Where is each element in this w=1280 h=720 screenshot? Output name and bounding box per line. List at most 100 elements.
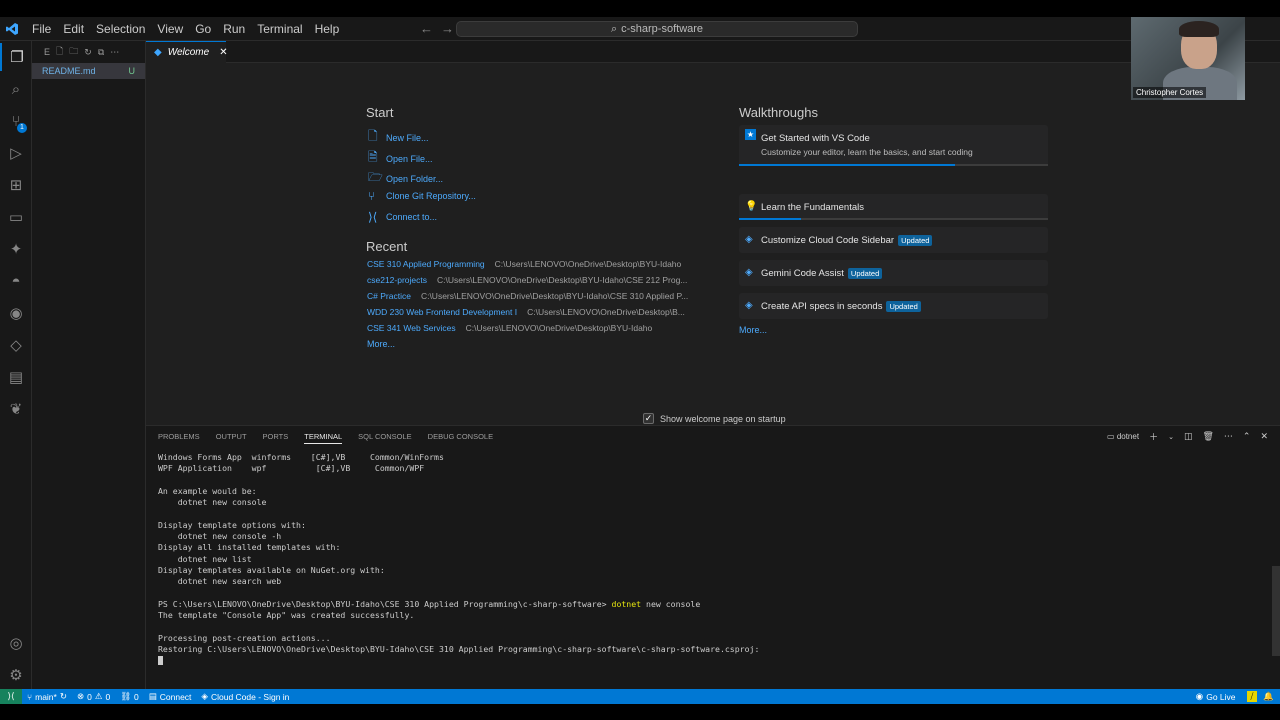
chevron-down-icon[interactable]: ⌄	[1168, 433, 1174, 441]
vscode-tab-icon: ◆	[154, 47, 162, 58]
updated-badge: Updated	[898, 235, 933, 246]
docker-icon[interactable]: ◓	[0, 267, 32, 295]
file-item-readme[interactable]: README.md U	[32, 63, 145, 79]
close-icon[interactable]: ✕	[219, 47, 227, 58]
terminal-command: dotnet	[611, 598, 642, 609]
explorer-sidebar: E 🗋 🗀 ↻ ⧉ ⋯ README.md U	[32, 41, 146, 689]
menu-run[interactable]: Run	[217, 17, 251, 41]
walkthrough-fundamentals[interactable]: 💡 Learn the Fundamentals	[739, 194, 1048, 220]
file-name: README.md	[42, 66, 96, 76]
forward-arrow-icon[interactable]: →	[441, 17, 454, 41]
settings-gear-icon[interactable]: ⚙	[0, 661, 32, 689]
new-file-icon[interactable]: 🗋	[56, 44, 63, 60]
new-file-link[interactable]: 🗋 New File...	[368, 127, 429, 148]
account-icon[interactable]: ◎	[0, 629, 32, 657]
tab-sql-console[interactable]: SQL CONSOLE	[358, 432, 412, 444]
remote-indicator-icon[interactable]: ⟩⟨	[0, 689, 22, 704]
command-center-label: c-sharp-software	[621, 23, 704, 35]
tab-output[interactable]: OUTPUT	[216, 432, 247, 444]
ports-status[interactable]: ⛓ 0	[115, 691, 144, 702]
problems-status[interactable]: ⊗ 0 ⚠ 0	[72, 691, 115, 702]
walkthrough-api-specs[interactable]: ◈ Create API specs in seconds Updated	[739, 293, 1048, 319]
recent-path: C:\Users\LENOVO\OneDrive\Desktop\BYU-Ida…	[437, 275, 688, 285]
copilot-icon[interactable]: ◉	[0, 299, 32, 327]
show-on-startup-label: Show welcome page on startup	[660, 413, 786, 424]
menu-view[interactable]: View	[151, 17, 189, 41]
remote-icon: ⟩⟨	[368, 210, 378, 224]
source-control-icon[interactable]: ⑂ 1	[0, 107, 32, 135]
recent-item[interactable]: cse212-projects C:\Users\LENOVO\OneDrive\…	[367, 275, 687, 285]
refresh-icon[interactable]: ↻	[84, 47, 92, 58]
menu-file[interactable]: File	[26, 17, 57, 41]
menu-selection[interactable]: Selection	[90, 17, 151, 41]
show-on-startup-checkbox[interactable]: ✓	[643, 413, 654, 424]
menu-edit[interactable]: Edit	[57, 17, 90, 41]
open-folder-link[interactable]: 🗁 Open Folder...	[368, 168, 443, 189]
new-folder-icon[interactable]: 🗀	[69, 44, 78, 60]
walkthroughs-more-link[interactable]: More...	[739, 325, 767, 335]
tab-welcome[interactable]: ◆ Welcome ✕	[146, 41, 228, 63]
recent-more-link[interactable]: More...	[367, 339, 395, 349]
connect-status[interactable]: ▤ Connect	[144, 691, 197, 702]
recent-name: cse212-projects	[367, 275, 428, 285]
remote-explorer-icon[interactable]: ▭	[0, 203, 32, 231]
tab-debug-console[interactable]: DEBUG CONSOLE	[428, 432, 493, 444]
more-actions-icon[interactable]: ⋯	[1224, 431, 1233, 442]
terminal-scrollbar[interactable]	[1272, 566, 1280, 656]
trash-icon[interactable]: 🗑	[1202, 431, 1213, 442]
more-actions-icon[interactable]: ⋯	[110, 47, 119, 58]
terminal-cursor	[158, 656, 163, 666]
recent-item[interactable]: CSE 341 Web Services C:\Users\LENOVO\OneD…	[367, 323, 652, 333]
new-terminal-icon[interactable]: ＋	[1149, 430, 1158, 443]
menu-terminal[interactable]: Terminal	[251, 17, 308, 41]
tab-label: Welcome	[167, 47, 210, 58]
search-activity-icon[interactable]: ⌕	[0, 75, 32, 103]
walkthrough-get-started[interactable]: ★ Get Started with VS Code Customize you…	[739, 125, 1048, 166]
back-arrow-icon[interactable]: ←	[420, 17, 433, 41]
recent-item[interactable]: C# Practice C:\Users\LENOVO\OneDrive\Desk…	[367, 291, 688, 301]
terminal-line: dotnet new list	[158, 553, 252, 564]
updated-badge: Updated	[847, 268, 883, 279]
tab-terminal[interactable]: TERMINAL	[304, 432, 343, 444]
go-live-label: Go Live	[1206, 691, 1236, 702]
recent-name: CSE 341 Web Services	[367, 323, 456, 333]
terminal-line: dotnet new console	[158, 497, 267, 508]
recent-item[interactable]: CSE 310 Applied Programming C:\Users\LENO…	[367, 259, 681, 269]
recent-item[interactable]: WDD 230 Web Frontend Development I C:\Use…	[367, 307, 685, 317]
connect-to-link[interactable]: ⟩⟨ Connect to...	[368, 210, 437, 224]
menu-help[interactable]: Help	[309, 17, 346, 41]
cloud-code-status[interactable]: ◈ Cloud Code - Sign in	[196, 691, 294, 702]
recent-name: C# Practice	[367, 291, 411, 301]
branch-status[interactable]: ⑂ main* ↻	[22, 691, 72, 702]
walkthrough-gemini[interactable]: ◈ Gemini Code Assist Updated	[739, 260, 1048, 286]
go-live-button[interactable]: ◉ Go Live	[1191, 691, 1241, 702]
walkthrough-cloud-code[interactable]: ◈ Customize Cloud Code Sidebar Updated	[739, 227, 1048, 253]
bottom-panel: PROBLEMS OUTPUT PORTS TERMINAL SQL CONSO…	[146, 425, 1280, 689]
open-file-link[interactable]: 🗎 Open File...	[368, 148, 433, 169]
split-terminal-icon[interactable]: ◫	[1184, 431, 1193, 442]
command-center[interactable]: ⌕ c-sharp-software	[456, 21, 858, 37]
collapse-icon[interactable]: ⧉	[98, 47, 104, 58]
cloud-code-icon[interactable]: ◇	[0, 331, 32, 359]
status-bar: ⟩⟨ ⑂ main* ↻ ⊗ 0 ⚠ 0 ⛓ 0 ▤ Connect ◈ Cloud Code …	[0, 689, 1280, 704]
clone-git-link[interactable]: ⑂ Clone Git Repository...	[368, 189, 476, 203]
terminal-line: dotnet new search web	[158, 576, 282, 587]
copilot-status-icon[interactable]: ⧸	[1246, 691, 1258, 702]
start-heading: Start	[366, 105, 394, 120]
tab-ports[interactable]: PORTS	[263, 432, 289, 444]
menu-go[interactable]: Go	[189, 17, 217, 41]
explorer-icon[interactable]: ❐	[0, 43, 32, 71]
extensions-icon[interactable]: ⊞	[0, 171, 32, 199]
terminal-output[interactable]: Windows Forms App winforms [C#],VB Commo…	[158, 452, 759, 667]
gemini-icon[interactable]: ✦	[0, 235, 32, 263]
terminal-selector[interactable]: ▭ dotnet	[1107, 432, 1139, 441]
terminal-line: WPF Application wpf [C#],VB Common/WPF	[158, 463, 425, 474]
close-panel-icon[interactable]: ✕	[1260, 431, 1268, 442]
notifications-bell-icon[interactable]: 🔔	[1263, 691, 1274, 702]
run-debug-icon[interactable]: ▷	[0, 139, 32, 167]
mongodb-leaf-icon[interactable]: ❦	[0, 395, 32, 423]
tab-problems[interactable]: PROBLEMS	[158, 432, 200, 444]
maximize-panel-icon[interactable]: ⌃	[1243, 431, 1251, 442]
menu-bar: File Edit Selection View Go Run Terminal…	[26, 17, 345, 41]
database-icon[interactable]: ▤	[0, 363, 32, 391]
